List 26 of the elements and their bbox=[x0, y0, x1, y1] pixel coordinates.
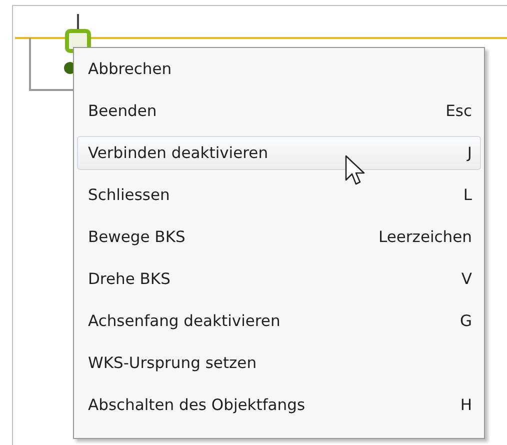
shortcut-key: L bbox=[463, 186, 472, 204]
shortcut-key: H bbox=[460, 396, 472, 414]
shortcut-key: J bbox=[467, 144, 472, 162]
menu-item[interactable]: Abbrechen bbox=[77, 52, 481, 86]
menu-item[interactable]: Schliessen L bbox=[77, 178, 481, 212]
menu-item-label: Verbinden deaktivieren bbox=[88, 144, 268, 162]
menu-item-label: Bewege BKS bbox=[88, 228, 186, 246]
menu-item-label: Abbrechen bbox=[88, 60, 172, 78]
menu-item[interactable]: Drehe BKS V bbox=[77, 262, 481, 296]
pin-line bbox=[77, 14, 79, 31]
shortcut-key: G bbox=[460, 312, 472, 330]
shortcut-key: Leerzeichen bbox=[378, 228, 472, 246]
menu-item[interactable]: WKS-Ursprung setzen bbox=[77, 346, 481, 380]
menu-item-label: Achsenfang deaktivieren bbox=[88, 312, 280, 330]
menu-item[interactable]: Abschalten des Objektfangs H bbox=[77, 388, 481, 422]
menu-item-label: Schliessen bbox=[88, 186, 170, 204]
menu-item[interactable]: Verbinden deaktivieren J bbox=[77, 136, 481, 170]
menu-item[interactable]: Achsenfang deaktivieren G bbox=[77, 304, 481, 338]
menu-item-label: Drehe BKS bbox=[88, 270, 170, 288]
menu-item-label: Beenden bbox=[88, 102, 157, 120]
menu-item-label: WKS-Ursprung setzen bbox=[88, 354, 257, 372]
menu-item-label: Abschalten des Objektfangs bbox=[88, 396, 306, 414]
shortcut-key: V bbox=[461, 270, 472, 288]
menu-item[interactable]: Bewege BKS Leerzeichen bbox=[77, 220, 481, 254]
menu-item[interactable]: Beenden Esc bbox=[77, 94, 481, 128]
shortcut-key: Esc bbox=[446, 102, 472, 120]
